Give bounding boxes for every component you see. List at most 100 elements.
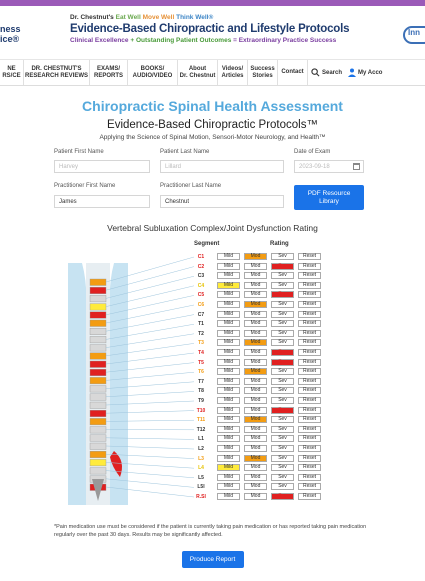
sev-button[interactable]: Sev bbox=[271, 358, 294, 366]
mod-button[interactable]: Mod bbox=[244, 473, 267, 481]
nav-item-books[interactable]: BOOKS/ AUDIO/VIDEO bbox=[128, 60, 178, 85]
sev-button[interactable]: Sev bbox=[271, 329, 294, 337]
produce-report-button[interactable]: Produce Report bbox=[181, 551, 244, 568]
nav-item-success[interactable]: Success Stories bbox=[248, 60, 278, 85]
patient-first-name-input[interactable]: Harvey bbox=[54, 160, 150, 173]
sev-button[interactable]: Sev bbox=[271, 464, 294, 472]
mod-button[interactable]: Mod bbox=[244, 387, 267, 395]
sev-button[interactable]: Sev bbox=[271, 281, 294, 289]
mod-button[interactable]: Mod bbox=[244, 272, 267, 280]
sev-button[interactable]: Sev bbox=[271, 406, 294, 414]
reset-button[interactable]: Reset bbox=[298, 464, 321, 472]
reset-button[interactable]: Reset bbox=[298, 454, 321, 462]
mod-button[interactable]: Mod bbox=[244, 339, 267, 347]
mild-button[interactable]: Mild bbox=[217, 262, 240, 270]
mild-button[interactable]: Mild bbox=[217, 416, 240, 424]
sev-button[interactable]: Sev bbox=[271, 301, 294, 308]
reset-button[interactable]: Reset bbox=[298, 368, 321, 376]
practitioner-last-name-input[interactable]: Chestnut bbox=[160, 195, 284, 208]
nav-item-contact[interactable]: Contact bbox=[278, 60, 308, 85]
sev-button[interactable]: Sev bbox=[271, 253, 294, 260]
mod-button[interactable]: Mod bbox=[244, 416, 267, 424]
mild-button[interactable]: Mild bbox=[217, 339, 240, 347]
account-button[interactable]: My Acco bbox=[345, 60, 385, 85]
nav-item-courses[interactable]: NE RS/CE bbox=[0, 60, 24, 85]
mod-button[interactable]: Mod bbox=[244, 445, 267, 452]
mod-button[interactable]: Mod bbox=[244, 349, 267, 356]
mild-button[interactable]: Mild bbox=[217, 368, 240, 376]
mild-button[interactable]: Mild bbox=[217, 349, 240, 356]
sev-button[interactable]: Sev bbox=[271, 377, 294, 385]
mild-button[interactable]: Mild bbox=[217, 473, 240, 481]
mild-button[interactable]: Mild bbox=[217, 281, 240, 289]
mild-button[interactable]: Mild bbox=[217, 454, 240, 462]
sev-button[interactable]: Sev bbox=[271, 425, 294, 433]
mod-button[interactable]: Mod bbox=[244, 329, 267, 337]
reset-button[interactable]: Reset bbox=[298, 320, 321, 328]
mild-button[interactable]: Mild bbox=[217, 310, 240, 318]
sev-button[interactable]: Sev bbox=[271, 349, 294, 356]
mild-button[interactable]: Mild bbox=[217, 301, 240, 308]
reset-button[interactable]: Reset bbox=[298, 387, 321, 395]
sev-button[interactable]: Sev bbox=[271, 483, 294, 491]
search-button[interactable]: Search bbox=[308, 60, 345, 85]
mild-button[interactable]: Mild bbox=[217, 435, 240, 443]
mod-button[interactable]: Mod bbox=[244, 368, 267, 376]
mild-button[interactable]: Mild bbox=[217, 272, 240, 280]
mod-button[interactable]: Mod bbox=[244, 425, 267, 433]
sev-button[interactable]: Sev bbox=[271, 262, 294, 270]
mod-button[interactable]: Mod bbox=[244, 320, 267, 328]
mod-button[interactable]: Mod bbox=[244, 454, 267, 462]
reset-button[interactable]: Reset bbox=[298, 329, 321, 337]
mod-button[interactable]: Mod bbox=[244, 483, 267, 491]
mod-button[interactable]: Mod bbox=[244, 377, 267, 385]
mod-button[interactable]: Mod bbox=[244, 253, 267, 260]
sev-button[interactable]: Sev bbox=[271, 493, 294, 500]
sev-button[interactable]: Sev bbox=[271, 368, 294, 376]
sev-button[interactable]: Sev bbox=[271, 339, 294, 347]
reset-button[interactable]: Reset bbox=[298, 310, 321, 318]
mild-button[interactable]: Mild bbox=[217, 493, 240, 500]
mod-button[interactable]: Mod bbox=[244, 301, 267, 308]
reset-button[interactable]: Reset bbox=[298, 377, 321, 385]
mild-button[interactable]: Mild bbox=[217, 406, 240, 414]
nav-item-research[interactable]: DR. CHESTNUT'S RESEARCH REVIEWS bbox=[24, 60, 90, 85]
mod-button[interactable]: Mod bbox=[244, 435, 267, 443]
sev-button[interactable]: Sev bbox=[271, 310, 294, 318]
sev-button[interactable]: Sev bbox=[271, 454, 294, 462]
reset-button[interactable]: Reset bbox=[298, 281, 321, 289]
mod-button[interactable]: Mod bbox=[244, 291, 267, 299]
calendar-icon[interactable] bbox=[353, 163, 360, 170]
reset-button[interactable]: Reset bbox=[298, 425, 321, 433]
nav-item-videos[interactable]: Videos/ Articles bbox=[218, 60, 248, 85]
reset-button[interactable]: Reset bbox=[298, 262, 321, 270]
mod-button[interactable]: Mod bbox=[244, 262, 267, 270]
mod-button[interactable]: Mod bbox=[244, 310, 267, 318]
patient-last-name-input[interactable]: Lillard bbox=[160, 160, 284, 173]
mild-button[interactable]: Mild bbox=[217, 387, 240, 395]
brand-block[interactable]: Dr. Chestnut's Eat Well Move Well Think … bbox=[70, 14, 360, 44]
mild-button[interactable]: Mild bbox=[217, 320, 240, 328]
mild-button[interactable]: Mild bbox=[217, 483, 240, 491]
mod-button[interactable]: Mod bbox=[244, 397, 267, 404]
mod-button[interactable]: Mod bbox=[244, 493, 267, 500]
reset-button[interactable]: Reset bbox=[298, 291, 321, 299]
reset-button[interactable]: Reset bbox=[298, 483, 321, 491]
reset-button[interactable]: Reset bbox=[298, 397, 321, 404]
mod-button[interactable]: Mod bbox=[244, 281, 267, 289]
sev-button[interactable]: Sev bbox=[271, 387, 294, 395]
mild-button[interactable]: Mild bbox=[217, 445, 240, 452]
pdf-resource-library-button[interactable]: PDF Resource Library bbox=[294, 185, 364, 210]
sev-button[interactable]: Sev bbox=[271, 397, 294, 404]
sev-button[interactable]: Sev bbox=[271, 272, 294, 280]
mod-button[interactable]: Mod bbox=[244, 406, 267, 414]
mild-button[interactable]: Mild bbox=[217, 291, 240, 299]
reset-button[interactable]: Reset bbox=[298, 339, 321, 347]
sev-button[interactable]: Sev bbox=[271, 473, 294, 481]
reset-button[interactable]: Reset bbox=[298, 445, 321, 452]
sev-button[interactable]: Sev bbox=[271, 435, 294, 443]
sev-button[interactable]: Sev bbox=[271, 291, 294, 299]
mod-button[interactable]: Mod bbox=[244, 358, 267, 366]
reset-button[interactable]: Reset bbox=[298, 435, 321, 443]
mild-button[interactable]: Mild bbox=[217, 425, 240, 433]
